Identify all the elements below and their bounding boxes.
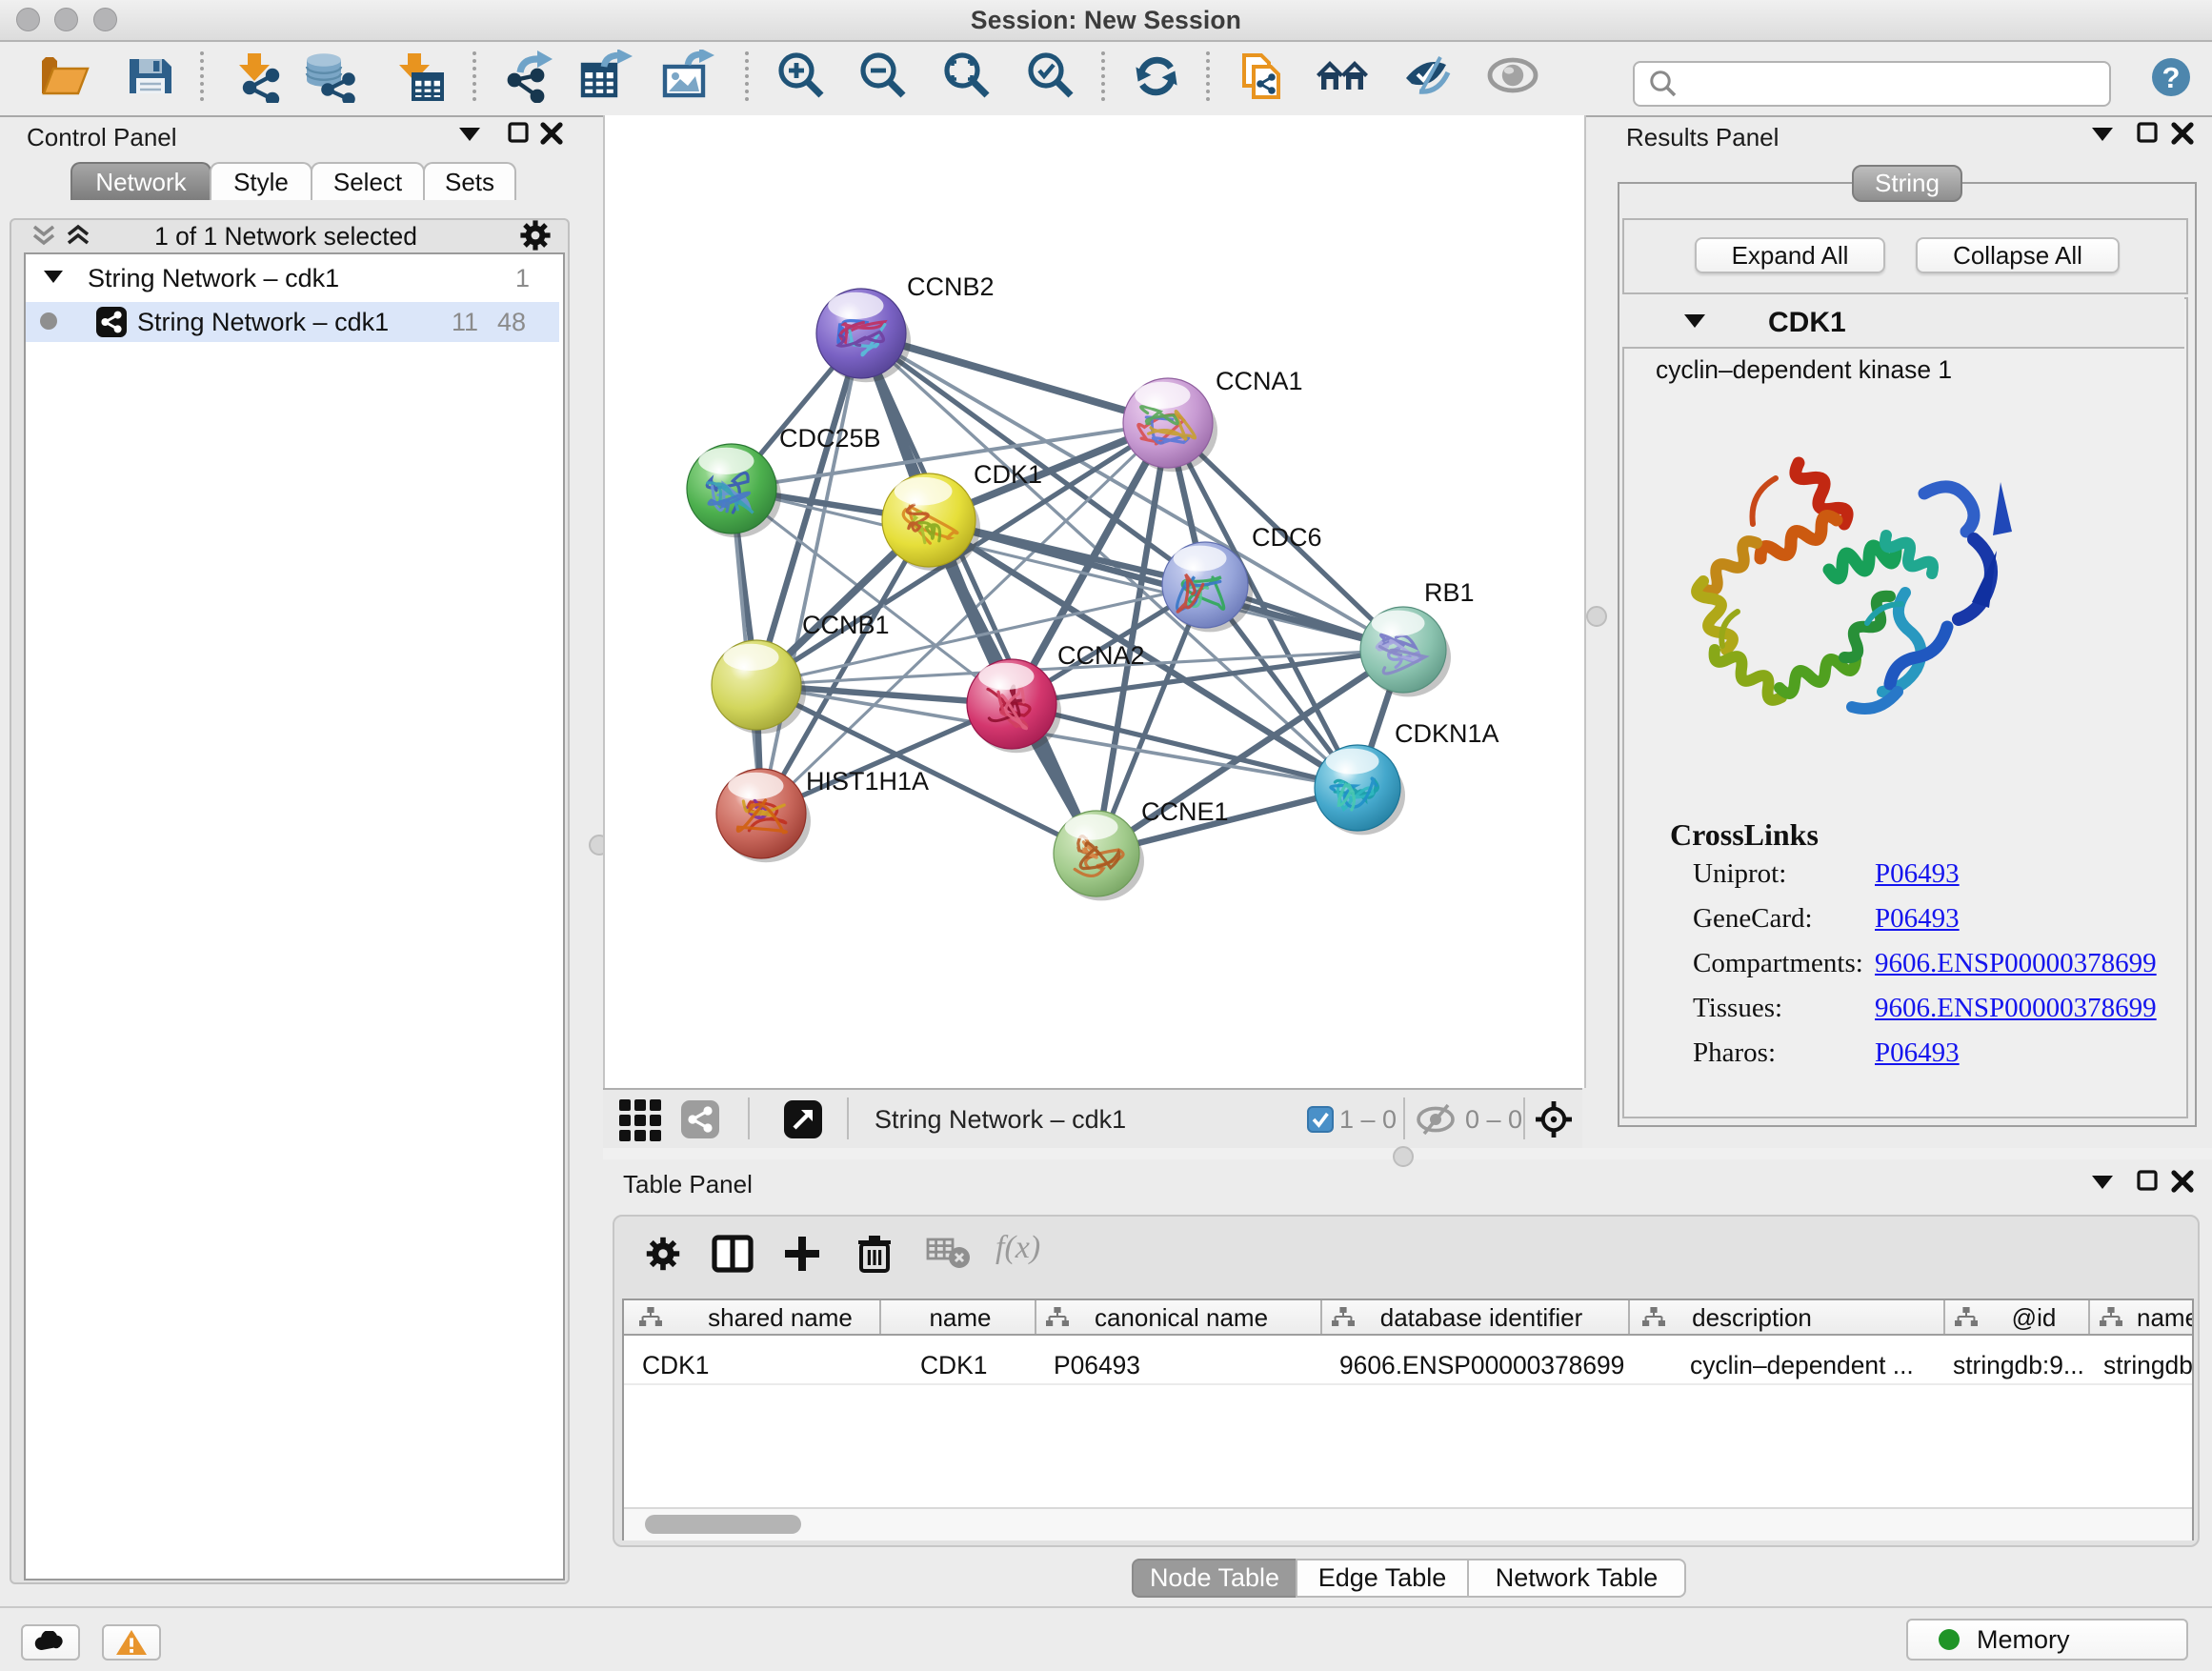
svg-text:RB1: RB1	[1424, 578, 1475, 607]
svg-text:CCNB1: CCNB1	[802, 611, 890, 639]
svg-text:CCNE1: CCNE1	[1141, 797, 1229, 826]
svg-text:HIST1H1A: HIST1H1A	[806, 767, 929, 795]
svg-text:CDC6: CDC6	[1252, 523, 1322, 552]
svg-text:CCNB2: CCNB2	[907, 272, 995, 301]
svg-text:CCNA2: CCNA2	[1057, 641, 1145, 670]
svg-text:CDK1: CDK1	[974, 460, 1042, 489]
svg-text:CDKN1A: CDKN1A	[1395, 719, 1499, 748]
svg-text:CCNA1: CCNA1	[1216, 367, 1303, 395]
svg-text:?: ?	[2162, 61, 2181, 94]
svg-text:CDC25B: CDC25B	[779, 424, 881, 453]
